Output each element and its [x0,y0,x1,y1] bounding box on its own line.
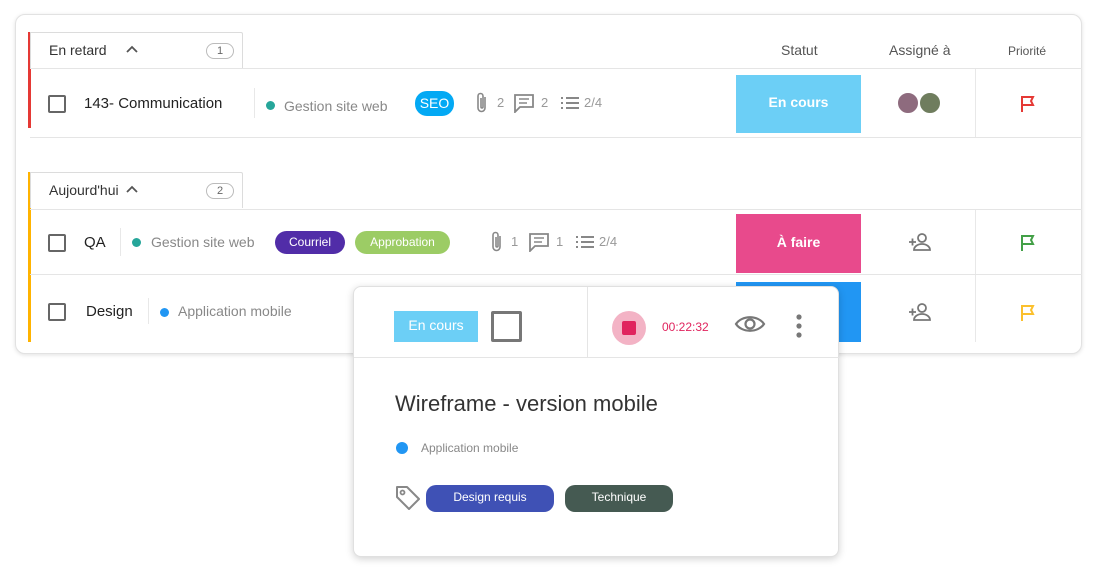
popup-complete-checkbox[interactable] [491,311,522,342]
task-project[interactable]: Application mobile [178,303,292,319]
attachment-icon [477,92,486,113]
timer-display: 00:22:32 [662,320,709,334]
project-color-dot [266,101,275,110]
tag-seo[interactable]: SEO [415,91,454,116]
add-assignee-icon[interactable] [908,232,933,252]
comment-count: 1 [556,234,564,249]
tag-courriel[interactable]: Courriel [275,231,345,254]
stop-icon [622,321,636,335]
group-label: Aujourd'hui [49,182,119,198]
tag-icon [396,486,420,510]
group-header-today[interactable]: Aujourd'hui 2 [30,172,243,208]
more-options-icon[interactable] [794,313,804,339]
comment-icon [514,94,534,113]
task-title[interactable]: 143- Communication [84,95,222,112]
tag-approbation[interactable]: Approbation [355,231,450,254]
group-count-badge: 1 [206,43,234,59]
tag-technique[interactable]: Technique [565,485,673,512]
popup-project[interactable]: Application mobile [421,441,518,455]
comment-count: 2 [541,95,549,110]
checklist-icon [561,97,579,109]
task-title[interactable]: QA [84,234,106,251]
column-header-status: Statut [781,42,818,58]
add-assignee-icon[interactable] [908,302,933,322]
checklist-progress: 2/4 [584,95,603,110]
avatar[interactable] [918,91,942,115]
eye-icon[interactable] [734,314,766,334]
priority-flag-icon[interactable] [1019,234,1037,252]
popup-task-title[interactable]: Wireframe - version mobile [395,391,658,417]
comment-icon [529,233,549,252]
priority-flag-icon[interactable] [1019,95,1037,113]
project-color-dot [160,308,169,317]
task-checkbox[interactable] [48,95,66,113]
attachment-count: 1 [511,234,519,249]
group-header-late[interactable]: En retard 1 [30,32,243,68]
checklist-progress: 2/4 [599,234,618,249]
stop-timer-button[interactable] [612,311,646,345]
checklist-icon [576,236,594,248]
group-label: En retard [49,42,107,58]
group-count-badge: 2 [206,183,234,199]
avatar[interactable] [896,91,920,115]
popup-status-badge[interactable]: En cours [394,311,478,342]
task-detail-popup: En cours 00:22:32 Wireframe - version mo… [353,286,840,557]
attachment-icon [492,231,501,252]
task-checkbox[interactable] [48,234,66,252]
status-badge[interactable]: En cours [736,75,861,133]
status-badge[interactable]: À faire [736,214,861,273]
task-project[interactable]: Gestion site web [284,98,388,114]
task-checkbox[interactable] [48,303,66,321]
chevron-up-icon[interactable] [124,41,140,57]
project-color-dot [132,238,141,247]
chevron-up-icon[interactable] [124,181,140,197]
task-project[interactable]: Gestion site web [151,234,255,250]
task-title[interactable]: Design [86,303,133,320]
attachment-count: 2 [497,95,505,110]
priority-flag-icon[interactable] [1019,304,1037,322]
column-header-priority: Priorité [1008,44,1047,58]
project-color-dot [396,442,408,454]
tag-design-requis[interactable]: Design requis [426,485,554,512]
column-header-assignee: Assigné à [889,42,951,58]
